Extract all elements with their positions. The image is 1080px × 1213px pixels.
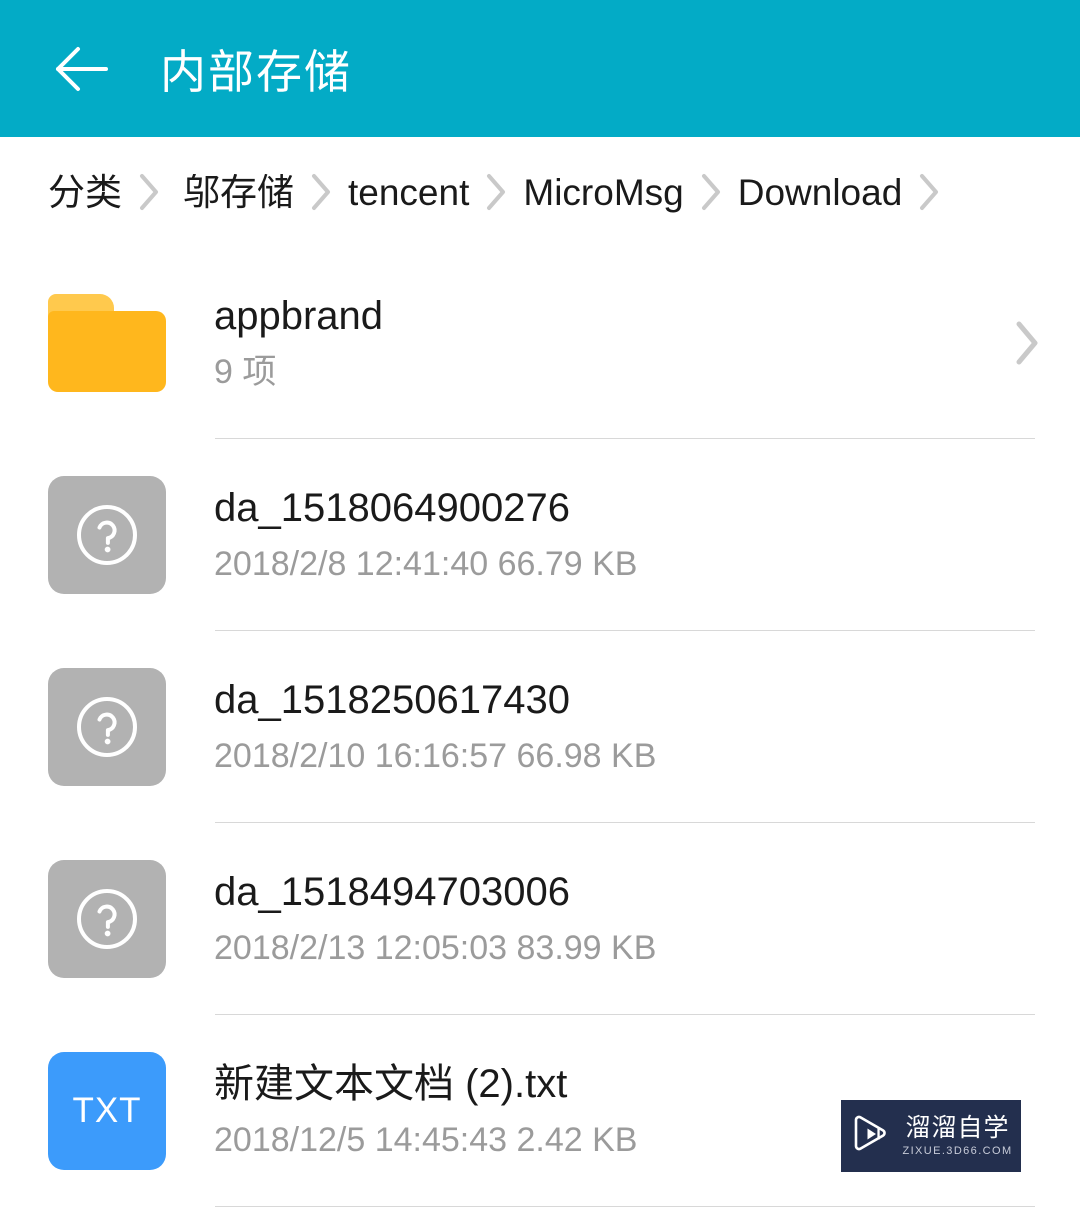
folder-icon	[48, 294, 166, 392]
row-title: da_1518494703006	[214, 870, 570, 915]
row-text: da_1518494703006 2018/2/13 12:05:03 83.9…	[214, 869, 1080, 968]
table-row[interactable]: da_1518494703006 2018/2/13 12:05:03 83.9…	[0, 823, 1080, 1015]
row-text: appbrand 9 项	[214, 293, 992, 392]
chevron-right-icon	[684, 172, 738, 212]
page-title: 内部存储	[160, 45, 352, 98]
row-divider	[215, 1206, 1035, 1207]
breadcrumb-item-1[interactable]: 邬存储	[176, 174, 294, 211]
table-row[interactable]: da_1518064900276 2018/2/8 12:41:40 66.79…	[0, 439, 1080, 631]
row-icon: TXT	[48, 1052, 166, 1170]
arrow-left-icon	[53, 46, 109, 92]
breadcrumb-item-2[interactable]: tencent	[348, 174, 469, 211]
row-icon	[48, 476, 166, 594]
play-button-icon	[849, 1112, 893, 1161]
chevron-right-icon	[294, 172, 348, 212]
back-button[interactable]	[50, 38, 112, 100]
row-icon	[48, 284, 166, 402]
file-manager-screen: 内部存储 分类 邬存储 tencent MicroMsg Download ap…	[0, 0, 1080, 1213]
breadcrumb-item-3[interactable]: MicroMsg	[523, 174, 683, 211]
breadcrumb: 分类 邬存储 tencent MicroMsg Download	[0, 137, 1080, 247]
table-row[interactable]: appbrand 9 项	[0, 247, 1080, 439]
file-list: appbrand 9 项 da_1518064900276 2018/2/8 1…	[0, 247, 1080, 1207]
watermark-title: 溜溜自学	[905, 1113, 1010, 1142]
row-meta: 9 项	[214, 353, 277, 392]
unknown-file-icon	[48, 860, 166, 978]
row-meta: 2018/2/10 16:16:57 66.98 KB	[214, 737, 657, 776]
chevron-right-icon	[122, 172, 176, 212]
row-chevron-button[interactable]	[992, 319, 1062, 367]
row-meta: 2018/2/13 12:05:03 83.99 KB	[214, 929, 657, 968]
unknown-file-icon	[48, 476, 166, 594]
row-title: da_1518064900276	[214, 486, 570, 531]
chevron-right-icon	[469, 172, 523, 212]
unknown-file-icon	[48, 668, 166, 786]
watermark-text: 溜溜自学 ZIXUE.3D66.COM	[902, 1113, 1013, 1157]
row-text: da_1518250617430 2018/2/10 16:16:57 66.9…	[214, 677, 1080, 776]
watermark-subtitle: ZIXUE.3D66.COM	[902, 1144, 1013, 1157]
chevron-right-icon	[902, 172, 956, 212]
breadcrumb-item-0[interactable]: 分类	[48, 174, 122, 211]
row-icon	[48, 668, 166, 786]
breadcrumb-item-4[interactable]: Download	[738, 174, 903, 211]
row-meta: 2018/2/8 12:41:40 66.79 KB	[214, 545, 638, 584]
row-title: appbrand	[214, 294, 384, 339]
watermark: 溜溜自学 ZIXUE.3D66.COM	[841, 1100, 1021, 1172]
table-row[interactable]: da_1518250617430 2018/2/10 16:16:57 66.9…	[0, 631, 1080, 823]
app-bar: 内部存储	[0, 0, 1080, 137]
row-text: da_1518064900276 2018/2/8 12:41:40 66.79…	[214, 485, 1080, 584]
txt-file-icon: TXT	[48, 1052, 166, 1170]
row-icon	[48, 860, 166, 978]
txt-file-icon-label: TXT	[72, 1091, 142, 1130]
row-title: da_1518250617430	[214, 678, 570, 723]
chevron-right-icon	[1014, 319, 1040, 367]
